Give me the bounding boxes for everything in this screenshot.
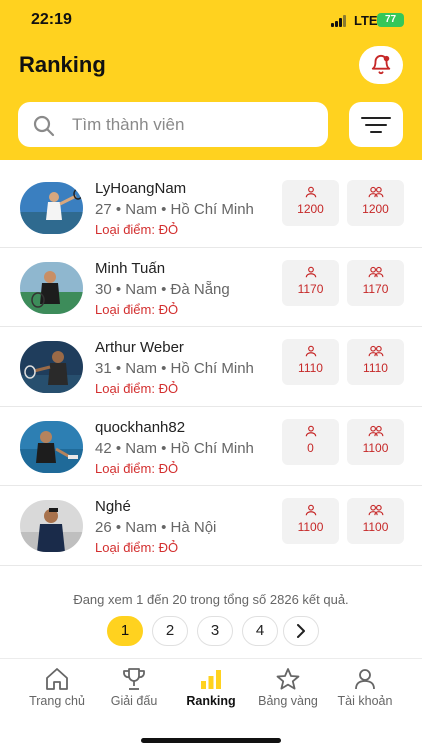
tab-label: Giải đấu xyxy=(110,694,158,708)
filter-button[interactable] xyxy=(349,102,403,147)
player-name: LyHoangNam xyxy=(95,180,187,197)
points-type: Loại điểm: ĐỎ xyxy=(95,540,179,555)
page-button-4[interactable]: 4 xyxy=(242,616,278,646)
search-box[interactable] xyxy=(18,102,328,147)
single-points-badge: 1100 xyxy=(282,498,339,544)
double-points-badge: 1110 xyxy=(347,339,404,385)
tab-tournaments[interactable]: Giải đấu xyxy=(92,667,176,708)
status-time: 22:19 xyxy=(31,11,72,28)
double-points-value: 1100 xyxy=(362,440,389,455)
home-icon xyxy=(46,668,68,690)
player-meta: 26 • Nam • Hà Nội xyxy=(95,519,217,536)
double-points-value: 1200 xyxy=(362,202,389,216)
user-icon xyxy=(305,425,316,436)
player-meta: 42 • Nam • Hồ Chí Minh xyxy=(95,439,254,457)
player-meta: 31 • Nam • Hồ Chí Minh xyxy=(95,360,254,377)
status-bar: 22:19 LTE 77 xyxy=(0,0,422,42)
notification-button[interactable] xyxy=(359,46,403,84)
single-points-value: 0 xyxy=(307,440,314,455)
tab-home[interactable]: Trang chủ xyxy=(15,667,99,708)
points-type: Loại điểm: ĐỎ xyxy=(95,381,179,396)
users-icon xyxy=(368,504,383,516)
battery-icon: 77 xyxy=(377,13,404,27)
points-type: Loại điểm: ĐỎ xyxy=(95,222,179,237)
bottom-tab-bar: Trang chủ Giải đấu Ranking Bảng vàng Tài… xyxy=(0,658,422,720)
tab-label: Bảng vàng xyxy=(258,694,318,708)
tab-account[interactable]: Tài khoản xyxy=(323,667,407,708)
double-points-badge: 1200 xyxy=(347,180,404,226)
single-points-value: 1100 xyxy=(297,520,324,534)
bar-chart-icon xyxy=(201,670,221,689)
ranking-list: LyHoangNam 27 • Nam • Hồ Chí Minh Loại đ… xyxy=(0,168,422,566)
double-points-value: 1110 xyxy=(363,361,388,375)
player-row[interactable]: Nghé 26 • Nam • Hà Nội Loại điểm: ĐỎ 110… xyxy=(0,486,422,566)
home-indicator xyxy=(141,738,281,743)
search-icon xyxy=(33,115,55,137)
single-points-value: 1200 xyxy=(297,202,324,216)
next-page-button[interactable] xyxy=(283,616,319,646)
double-points-badge: 1100 xyxy=(347,498,404,544)
player-avatar xyxy=(20,420,83,473)
users-icon xyxy=(368,425,383,436)
users-icon xyxy=(368,186,383,198)
star-icon xyxy=(276,668,300,690)
header: 22:19 LTE 77 Ranking xyxy=(0,0,422,160)
user-icon xyxy=(305,345,316,357)
tab-ranking[interactable]: Ranking xyxy=(169,667,253,708)
search-input[interactable] xyxy=(72,110,312,140)
player-name: quockhanh82 xyxy=(95,418,186,436)
user-icon xyxy=(305,186,316,198)
single-points-badge: 1110 xyxy=(282,339,339,385)
player-meta: 27 • Nam • Hồ Chí Minh xyxy=(95,201,254,218)
double-points-value: 1100 xyxy=(362,520,389,534)
bell-icon xyxy=(371,55,391,75)
player-row[interactable]: LyHoangNam 27 • Nam • Hồ Chí Minh Loại đ… xyxy=(0,168,422,248)
player-name: Arthur Weber xyxy=(95,339,184,356)
points-type: Loại điểm: ĐỎ xyxy=(95,301,179,317)
tab-label: Trang chủ xyxy=(29,694,85,708)
network-label: LTE xyxy=(354,13,378,28)
player-avatar xyxy=(20,261,83,314)
player-name: Nghé xyxy=(95,498,131,515)
users-icon xyxy=(368,266,383,277)
trophy-icon xyxy=(123,668,145,690)
page-title: Ranking xyxy=(19,52,106,77)
points-type: Loại điểm: ĐỎ xyxy=(95,460,179,476)
player-avatar xyxy=(20,182,83,234)
player-name: Minh Tuấn xyxy=(95,259,166,277)
tab-hall-of-fame[interactable]: Bảng vàng xyxy=(246,667,330,708)
user-icon xyxy=(305,266,316,277)
double-points-badge: 1170 xyxy=(347,259,404,306)
tab-label: Ranking xyxy=(186,694,236,708)
page-button-2[interactable]: 2 xyxy=(152,616,188,646)
double-points-value: 1170 xyxy=(362,281,389,296)
double-points-badge: 1100 xyxy=(347,418,404,465)
page-button-3[interactable]: 3 xyxy=(197,616,233,646)
player-row[interactable]: quockhanh82 42 • Nam • Hồ Chí Minh Loại … xyxy=(0,406,422,486)
user-icon xyxy=(305,504,316,516)
single-points-badge: 0 xyxy=(282,418,339,465)
player-avatar xyxy=(20,341,83,393)
player-row[interactable]: Arthur Weber 31 • Nam • Hồ Chí Minh Loại… xyxy=(0,327,422,407)
pagination-info: Đang xem 1 đến 20 trong tổng số 2826 kết… xyxy=(73,592,349,607)
tab-label: Tài khoản xyxy=(337,694,393,708)
single-points-badge: 1200 xyxy=(282,180,339,226)
user-icon xyxy=(355,669,375,690)
cellular-signal-icon xyxy=(331,15,349,27)
single-points-value: 1170 xyxy=(297,281,324,296)
chevron-right-icon xyxy=(297,624,305,638)
filter-icon xyxy=(361,116,391,133)
single-points-value: 1110 xyxy=(298,361,323,375)
player-meta: 30 • Nam • Đà Nẵng xyxy=(95,280,230,298)
player-row[interactable]: Minh Tuấn 30 • Nam • Đà Nẵng Loại điểm: … xyxy=(0,247,422,327)
single-points-badge: 1170 xyxy=(282,259,339,306)
page-button-1[interactable]: 1 xyxy=(107,616,143,646)
users-icon xyxy=(368,345,383,357)
player-avatar xyxy=(20,500,83,552)
